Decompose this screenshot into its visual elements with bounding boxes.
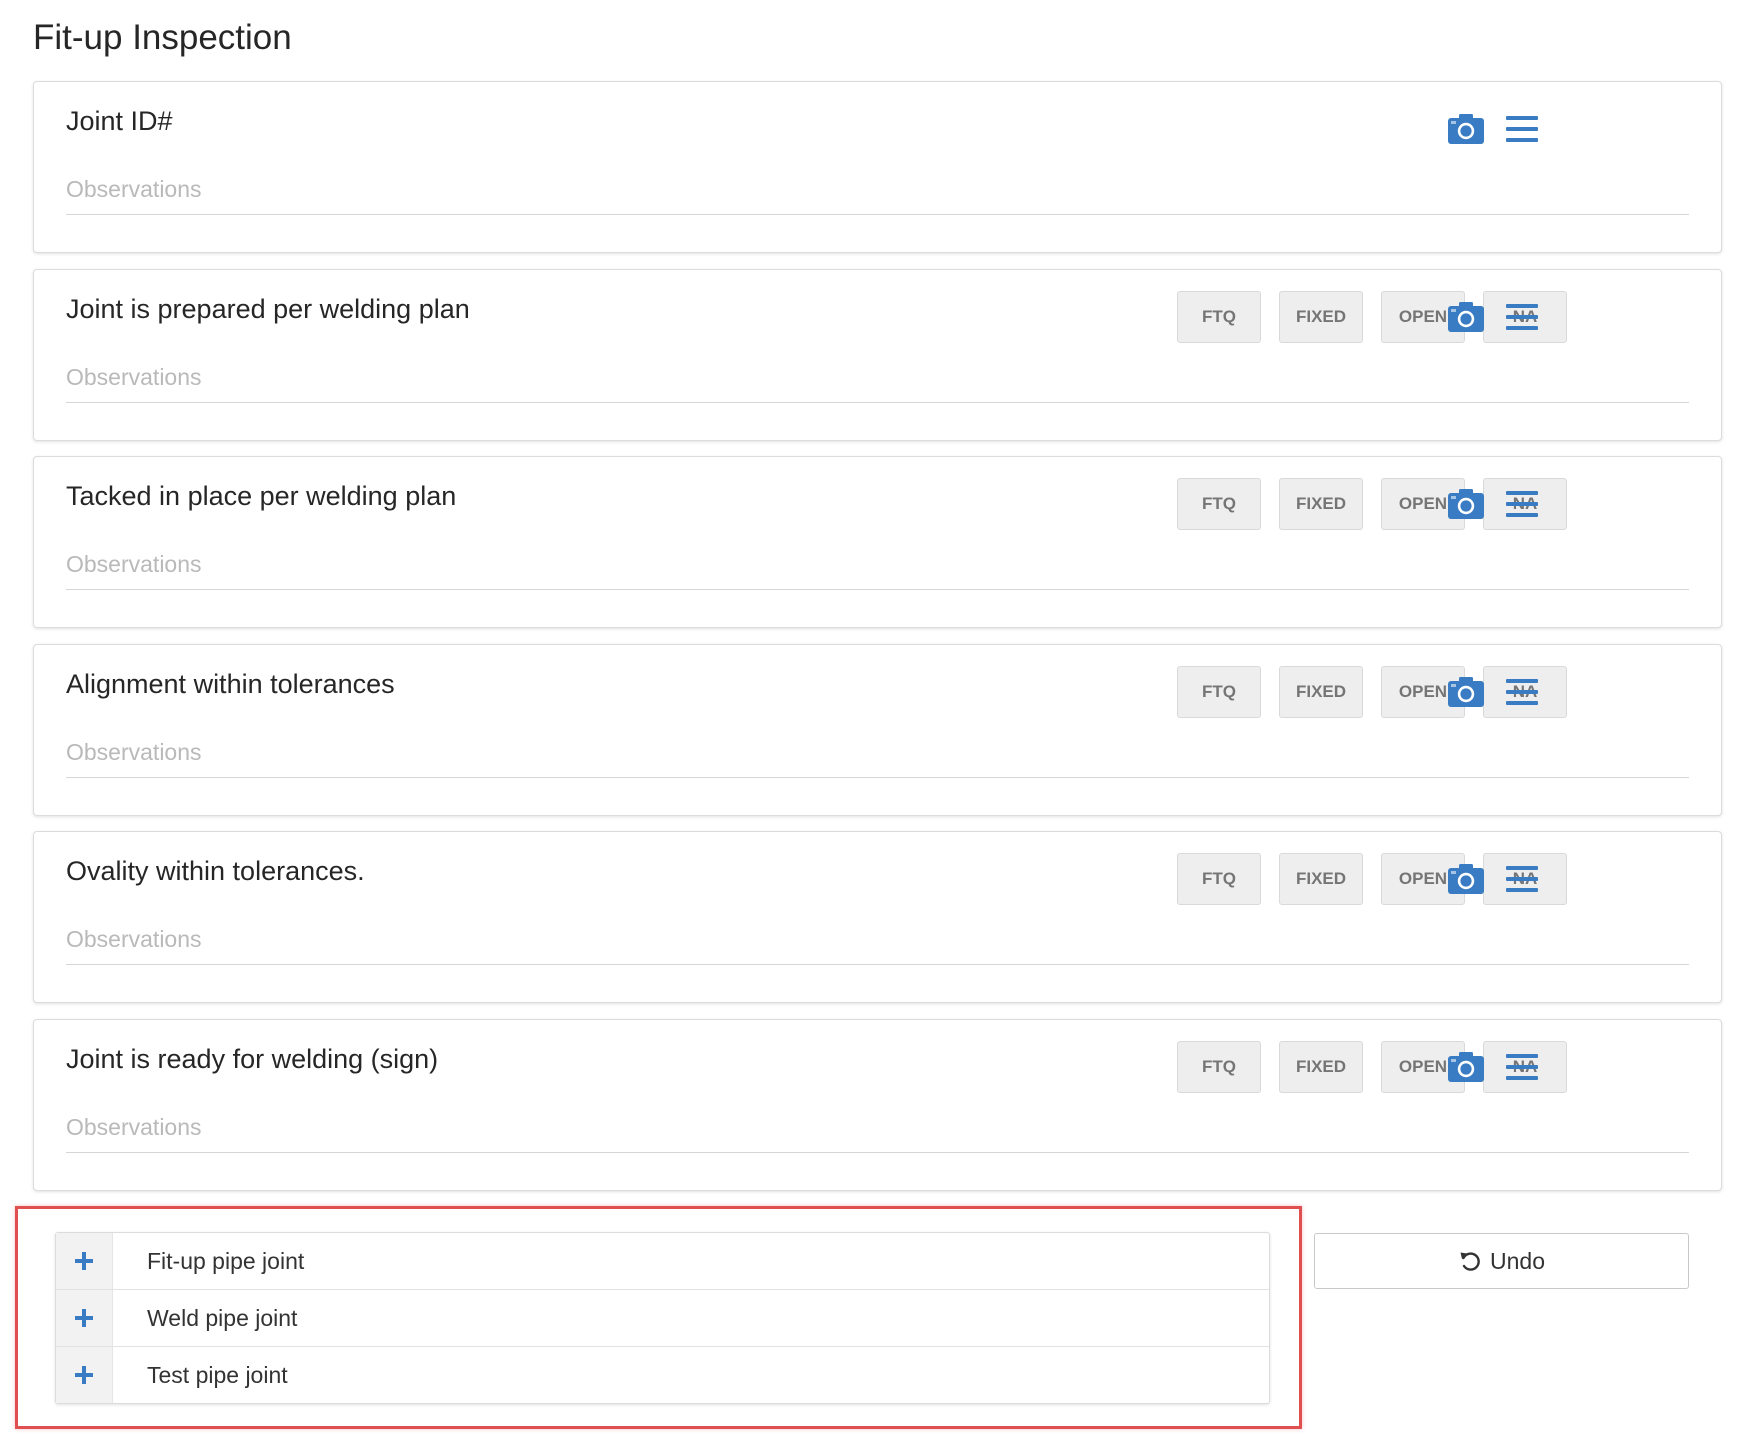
observations-input[interactable] [66, 164, 1689, 215]
inspection-card: Alignment within tolerancesFTQFIXEDOPENN… [33, 644, 1722, 816]
card-title: Joint is prepared per welding plan [66, 294, 470, 324]
undo-icon [1460, 1252, 1480, 1271]
action-test-pipe-joint[interactable]: Test pipe joint [56, 1346, 1269, 1403]
hamburger-menu-icon[interactable] [1502, 672, 1542, 712]
inspection-card: Joint ID# [33, 81, 1722, 253]
hamburger-menu-icon[interactable] [1502, 484, 1542, 524]
camera-icon[interactable] [1446, 672, 1486, 712]
page-title: Fit-up Inspection [33, 18, 292, 57]
undo-button[interactable]: Undo [1314, 1233, 1689, 1289]
card-title: Joint ID# [66, 106, 173, 136]
action-weld-pipe-joint[interactable]: Weld pipe joint [56, 1289, 1269, 1346]
camera-icon[interactable] [1446, 859, 1486, 899]
plus-icon [56, 1347, 113, 1403]
status-button-fixed[interactable]: FIXED [1279, 853, 1363, 905]
observations-input[interactable] [66, 727, 1689, 778]
observations-input[interactable] [66, 1102, 1689, 1153]
status-button-fixed[interactable]: FIXED [1279, 291, 1363, 343]
inspection-card: Joint is ready for welding (sign) FTQ FIXE… [33, 1019, 1722, 1191]
card-title: Joint is ready for welding (sign) [66, 1044, 439, 1074]
plus-icon [56, 1233, 113, 1289]
hamburger-menu-icon[interactable] [1502, 1047, 1542, 1087]
camera-icon[interactable] [1446, 297, 1486, 337]
status-button-ftq[interactable]: FTQ [1177, 478, 1261, 530]
observations-input[interactable] [66, 539, 1689, 590]
status-button-fixed[interactable]: FIXED [1279, 1041, 1363, 1093]
hamburger-menu-icon[interactable] [1502, 297, 1542, 337]
status-button-ftq[interactable]: FTQ [1177, 666, 1261, 718]
status-button-fixed[interactable]: FIXED [1279, 478, 1363, 530]
action-label: Fit-up pipe joint [147, 1247, 305, 1274]
observations-input[interactable] [66, 352, 1689, 403]
inspection-card: Tacked in place per welding plan FTQ FIXED… [33, 456, 1722, 628]
plus-icon [56, 1290, 113, 1346]
status-button-ftq[interactable]: FTQ [1177, 853, 1261, 905]
card-title: Tacked in place per welding plan [66, 481, 457, 511]
action-label: Weld pipe joint [147, 1304, 298, 1331]
status-button-ftq[interactable]: FTQ [1177, 1041, 1261, 1093]
status-button-fixed[interactable]: FIXED [1279, 666, 1363, 718]
observations-input[interactable] [66, 914, 1689, 965]
hamburger-menu-icon[interactable] [1502, 109, 1542, 149]
camera-icon[interactable] [1446, 1047, 1486, 1087]
hamburger-menu-icon[interactable] [1502, 859, 1542, 899]
status-button-ftq[interactable]: FTQ [1177, 291, 1261, 343]
action-fitup-pipe-joint[interactable]: Fit-up pipe joint [56, 1233, 1269, 1289]
card-title: Alignment within tolerances [66, 669, 395, 699]
card-title: Ovality within tolerances. [66, 856, 365, 886]
inspection-card: Ovality within tolerances.FTQFIXEDOPENNA [33, 831, 1722, 1003]
camera-icon[interactable] [1446, 484, 1486, 524]
camera-icon[interactable] [1446, 109, 1486, 149]
action-label: Test pipe joint [147, 1361, 288, 1388]
undo-label: Undo [1490, 1247, 1545, 1274]
inspection-card: Joint is prepared per welding plan FTQ FIX… [33, 269, 1722, 441]
actions-list: Fit-up pipe joint Weld pipe joint Test p… [55, 1232, 1270, 1404]
